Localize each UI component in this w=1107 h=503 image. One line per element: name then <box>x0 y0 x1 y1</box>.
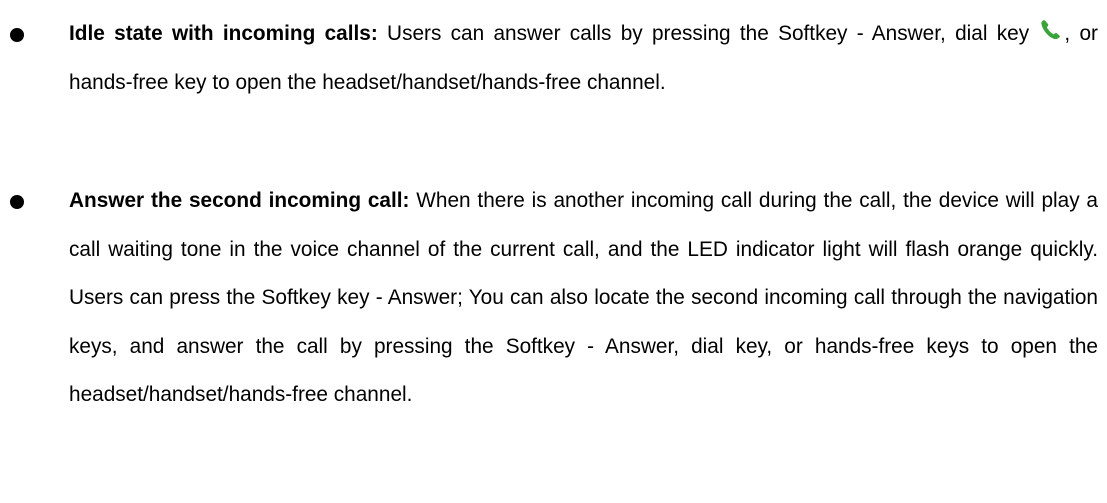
bullet-lead: Idle state with incoming calls: <box>69 22 378 45</box>
bullet-paragraph: Answer the second incoming call: When th… <box>69 177 1098 420</box>
bullet-lead: Answer the second incoming call: <box>69 189 410 212</box>
bullet-body-text: Users can answer calls by pressing the S… <box>377 22 1039 45</box>
document-page: Idle state with incoming calls: Users ca… <box>0 0 1107 503</box>
bullet-paragraph: Idle state with incoming calls: Users ca… <box>69 10 1098 107</box>
bullet-dot <box>10 195 24 209</box>
phone-handset-shape <box>1041 20 1061 40</box>
phone-handset-icon <box>1039 18 1063 42</box>
bullet-body-text: When there is another incoming call duri… <box>69 189 1098 406</box>
bullet-dot <box>10 28 24 42</box>
